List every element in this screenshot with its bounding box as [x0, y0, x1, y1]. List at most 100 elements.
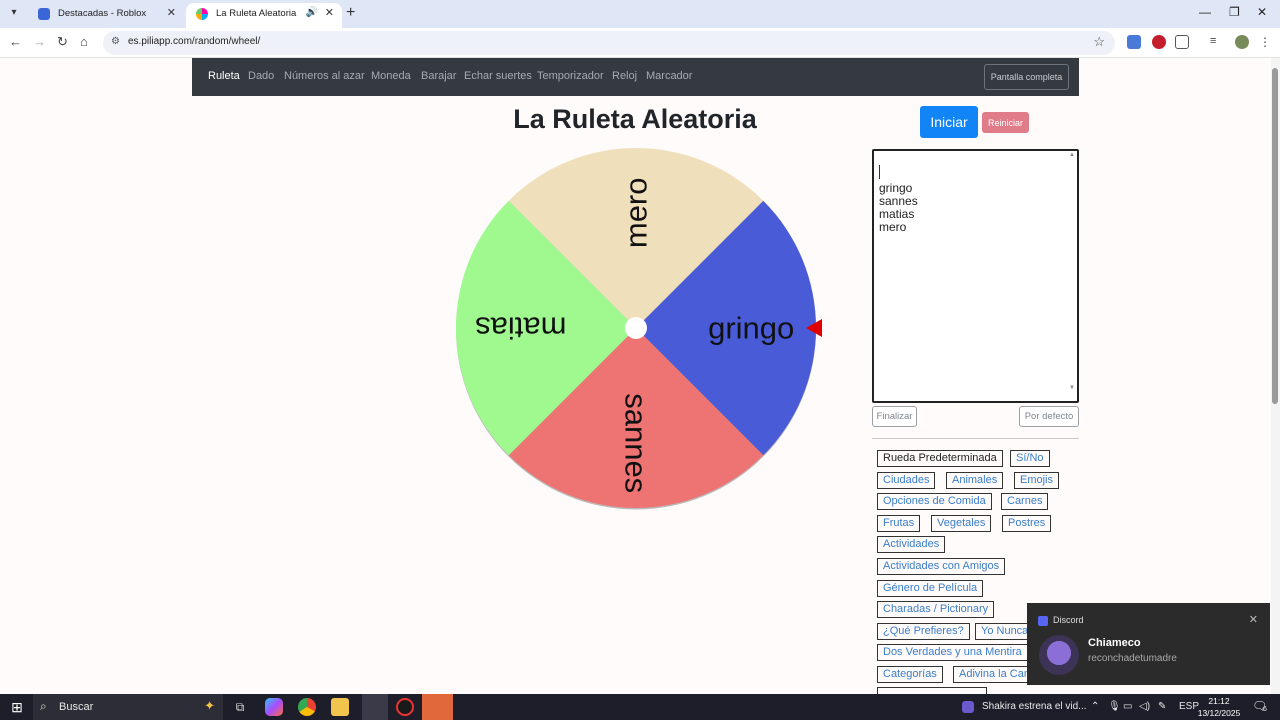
profile-avatar[interactable]	[1235, 35, 1249, 49]
names-textarea[interactable]: gringo sannes matias mero ▲ ▼	[872, 149, 1079, 403]
browser-toolbar: ← → ↻ ⌂ ⚙ es.piliapp.com/random/wheel/ ☆…	[0, 28, 1280, 58]
minimize-icon[interactable]: —	[1199, 5, 1211, 19]
avatar	[1039, 635, 1079, 675]
close-icon[interactable]: ✕	[325, 6, 334, 19]
media-control-icon[interactable]: ≡	[1210, 35, 1224, 49]
wheel-graphic[interactable]: gringo sannes matias mero	[450, 144, 822, 514]
pen-icon[interactable]: ✎	[1158, 701, 1166, 712]
page-scrollbar[interactable]	[1271, 58, 1280, 694]
discord-taskbar-icon[interactable]	[422, 694, 453, 720]
language-indicator[interactable]: ESP	[1179, 701, 1199, 712]
close-window-icon[interactable]: ✕	[1257, 5, 1267, 19]
site-info-icon[interactable]: ⚙	[111, 36, 120, 47]
preset-button[interactable]: Animales	[946, 472, 1004, 489]
preset-button[interactable]: Actividades	[877, 536, 946, 553]
preset-button[interactable]: Actividades con Amigos	[877, 558, 1006, 575]
network-icon[interactable]: ▭	[1123, 701, 1132, 712]
preset-button[interactable]: Emojis	[1014, 472, 1060, 489]
taskbar-search[interactable]: ⌕ Buscar ✦	[33, 694, 223, 720]
media-icon[interactable]	[962, 701, 974, 713]
name-line: matias	[879, 207, 915, 221]
media-title[interactable]: Shakira estrena el vid...	[982, 701, 1087, 712]
finish-button[interactable]: Finalizar	[872, 406, 917, 427]
discord-icon	[1038, 616, 1048, 626]
nav-marcador[interactable]: Marcador	[646, 70, 692, 82]
preset-button[interactable]: Ciudades	[877, 472, 936, 489]
preset-button[interactable]: Rueda Predeterminada	[877, 450, 1003, 467]
address-bar[interactable]: ⚙ es.piliapp.com/random/wheel/ ☆	[103, 31, 1115, 55]
spin-wheel[interactable]: gringo sannes matias mero	[450, 144, 822, 514]
notification-app-name: Discord	[1053, 615, 1084, 625]
preset-button[interactable]: Carnes	[1001, 493, 1049, 510]
app-icon[interactable]	[396, 698, 414, 716]
tab-search-chevron-icon[interactable]: ▾	[6, 5, 22, 21]
scroll-up-icon[interactable]: ▲	[1069, 152, 1075, 158]
reload-icon[interactable]: ↻	[57, 34, 68, 50]
microphone-icon[interactable]: 🎙	[1108, 701, 1121, 712]
translate-icon[interactable]	[1127, 35, 1141, 49]
bookmark-star-icon[interactable]: ☆	[1093, 34, 1105, 50]
restore-icon[interactable]: ❐	[1229, 5, 1240, 19]
notification-count: 6	[1263, 706, 1267, 713]
preset-button-partial[interactable]	[877, 687, 987, 694]
nav-barajar[interactable]: Barajar	[421, 70, 456, 82]
fullscreen-button[interactable]: Pantalla completa	[984, 64, 1069, 90]
page-title: La Ruleta Aleatoria	[513, 104, 757, 134]
nav-temporizador[interactable]: Temporizador	[537, 70, 604, 82]
extension-badge-icon[interactable]	[1152, 35, 1166, 49]
new-tab-plus-icon[interactable]: +	[346, 4, 355, 22]
preset-button[interactable]: Opciones de Comida	[877, 493, 992, 510]
nav-numeros[interactable]: Números al azar	[284, 70, 365, 82]
discord-notification[interactable]: Discord ✕ Chiameco reconchadetumadre	[1027, 603, 1270, 685]
reset-button[interactable]: Reiniciar	[982, 112, 1029, 133]
preset-button[interactable]: Frutas	[877, 515, 921, 532]
nav-moneda[interactable]: Moneda	[371, 70, 411, 82]
nav-ruleta[interactable]: Ruleta	[208, 70, 240, 82]
nav-reloj[interactable]: Reloj	[612, 70, 637, 82]
scrollbar-thumb[interactable]	[1272, 68, 1278, 404]
chevron-up-icon[interactable]: ⌃	[1091, 701, 1099, 712]
tab-roblox[interactable]: Destacadas - Roblox ✕	[28, 3, 184, 28]
preset-button[interactable]: ¿Qué Prefieres?	[877, 623, 970, 640]
extensions-puzzle-icon[interactable]	[1175, 35, 1189, 49]
notification-message: reconchadetumadre	[1088, 653, 1177, 664]
clock[interactable]: 21:12 13/12/2025	[1197, 695, 1241, 719]
task-view-icon[interactable]: ⧉	[231, 698, 249, 716]
default-button[interactable]: Por defecto	[1019, 406, 1079, 427]
preset-button[interactable]: Postres	[1002, 515, 1052, 532]
back-icon[interactable]: ←	[9, 34, 22, 49]
close-icon[interactable]: ✕	[167, 6, 176, 19]
home-icon[interactable]: ⌂	[80, 34, 88, 49]
start-button[interactable]: Iniciar	[920, 106, 978, 138]
search-icon: ⌕	[40, 699, 47, 713]
speaker-icon[interactable]: 🔊	[306, 7, 318, 18]
nav-dado[interactable]: Dado	[248, 70, 274, 82]
preset-button[interactable]: Yo Nunca	[975, 623, 1035, 640]
preset-button[interactable]: Charadas / Pictionary	[877, 601, 995, 618]
close-icon[interactable]: ✕	[1249, 613, 1258, 626]
tab-title: Destacadas - Roblox	[58, 8, 147, 19]
preset-button[interactable]: Categorías	[877, 666, 943, 683]
chrome-icon[interactable]	[298, 698, 316, 716]
preset-button[interactable]: Género de Película	[877, 580, 984, 597]
wheel-segment-label: sannes	[619, 393, 654, 493]
forward-icon[interactable]: →	[33, 34, 46, 49]
file-explorer-icon[interactable]	[331, 698, 349, 716]
name-line: mero	[879, 220, 907, 234]
piliapp-favicon-icon	[196, 8, 208, 20]
preset-button[interactable]: Dos Verdades y una Mentira	[877, 644, 1028, 661]
copilot-icon[interactable]	[265, 698, 283, 716]
preset-button[interactable]: Adivina la Can	[953, 666, 1036, 683]
scroll-down-icon[interactable]: ▼	[1069, 385, 1075, 391]
preset-button[interactable]: Vegetales	[931, 515, 992, 532]
tab-ruleta[interactable]: La Ruleta Aleatoria 🔊 ✕	[186, 3, 342, 28]
volume-icon[interactable]: ◁)	[1139, 701, 1150, 712]
chrome-active-icon[interactable]	[362, 694, 388, 720]
windows-start-icon[interactable]: ⊞	[8, 698, 26, 716]
tab-strip: ▾ Destacadas - Roblox ✕ La Ruleta Aleato…	[0, 0, 1280, 28]
wheel-segment-label: mero	[619, 177, 654, 248]
clock-time: 21:12	[1208, 696, 1230, 706]
nav-echar-suertes[interactable]: Echar suertes	[464, 70, 532, 82]
more-menu-icon[interactable]: ⋮	[1259, 35, 1273, 49]
preset-button[interactable]: Sí/No	[1010, 450, 1050, 467]
